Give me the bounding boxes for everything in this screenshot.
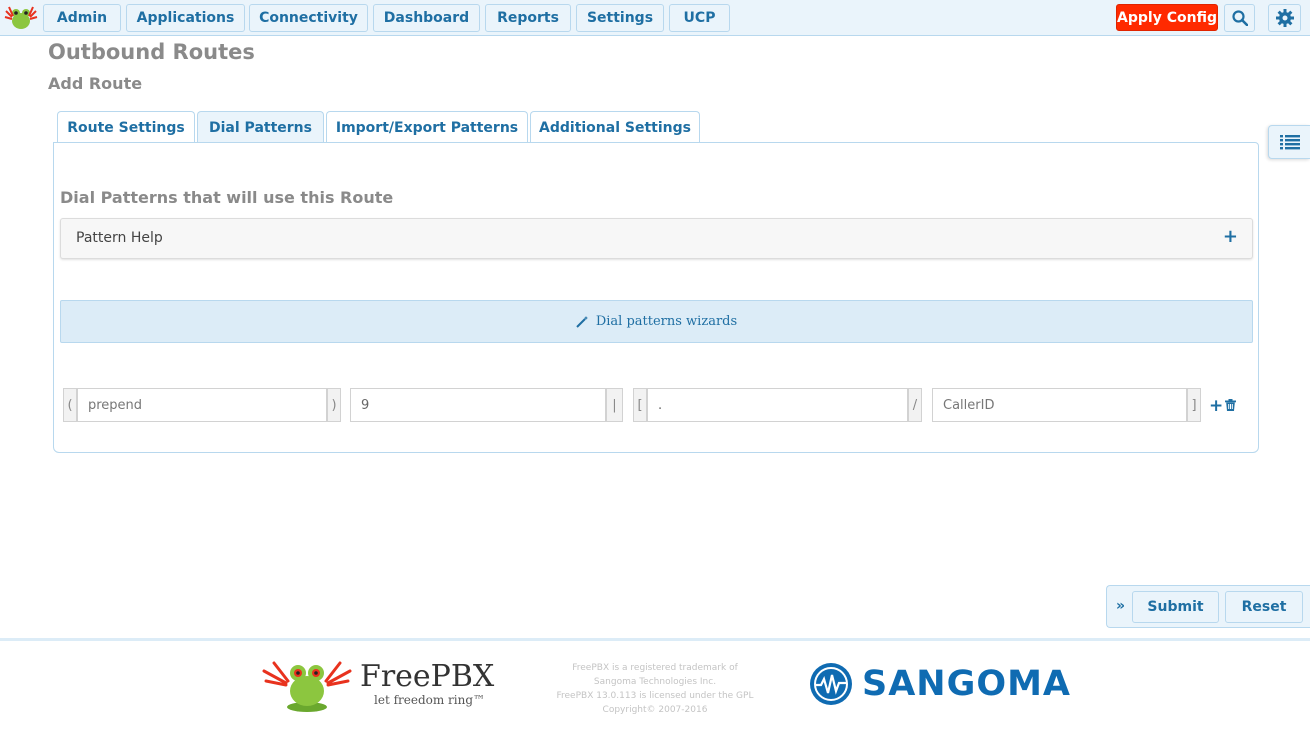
nav-ucp[interactable]: UCP [669, 4, 730, 32]
nav-admin[interactable]: Admin [43, 4, 121, 32]
top-navbar: Admin Applications Connectivity Dashboar… [0, 0, 1310, 36]
sangoma-globe-icon [810, 663, 852, 705]
legal-line: FreePBX is a registered trademark of [572, 663, 738, 673]
callerid-close-bracket: ] [1187, 388, 1201, 422]
page-subtitle: Add Route [48, 74, 143, 93]
pattern-help-label: Pattern Help [76, 230, 163, 246]
nav-applications[interactable]: Applications [126, 4, 245, 32]
footer: FreePBX let freedom ring™ FreePBX is a r… [0, 638, 1310, 732]
freepbx-frog-logo-icon[interactable] [4, 5, 38, 31]
pattern-help-panel[interactable]: Pattern Help + [60, 218, 1253, 259]
action-bar: » Submit Reset [1106, 585, 1310, 628]
freepbx-wordmark: FreePBX [360, 659, 495, 694]
freepbx-tagline: let freedom ring™ [374, 693, 486, 707]
prepend-open-paren: ( [63, 388, 77, 422]
legal-text: FreePBX is a registered trademark of San… [540, 661, 770, 717]
sangoma-wordmark: SANGOMA [862, 664, 1071, 704]
list-icon [1279, 135, 1300, 150]
reset-button[interactable]: Reset [1225, 591, 1303, 623]
nav-reports[interactable]: Reports [485, 4, 571, 32]
nav-connectivity[interactable]: Connectivity [249, 4, 368, 32]
page-title: Outbound Routes [48, 40, 255, 64]
tab-route-settings[interactable]: Route Settings [57, 111, 195, 143]
settings-button[interactable] [1268, 4, 1301, 32]
prefix-pipe: | [606, 388, 623, 422]
callerid-input[interactable] [932, 388, 1187, 422]
side-nav-toggle-button[interactable] [1268, 125, 1310, 159]
collapse-chevron-icon[interactable]: » [1116, 598, 1125, 614]
gear-icon [1275, 9, 1294, 27]
nav-settings[interactable]: Settings [576, 4, 664, 32]
submit-button[interactable]: Submit [1132, 591, 1219, 623]
prepend-input[interactable] [77, 388, 327, 422]
match-pattern-input[interactable] [647, 388, 908, 422]
expand-plus-icon[interactable]: + [1223, 226, 1238, 247]
magic-wand-icon [576, 315, 588, 328]
prepend-close-paren: ) [327, 388, 341, 422]
legal-line: Sangoma Technologies Inc. [593, 677, 717, 687]
search-icon [1231, 10, 1248, 26]
search-button[interactable] [1224, 4, 1255, 32]
match-open-bracket: [ [633, 388, 647, 422]
tab-additional-settings[interactable]: Additional Settings [530, 111, 700, 143]
legal-line: Copyright© 2007-2016 [602, 705, 708, 715]
dial-patterns-wizard-button[interactable]: Dial patterns wizards [60, 300, 1253, 343]
nav-dashboard[interactable]: Dashboard [373, 4, 480, 32]
apply-config-button[interactable]: Apply Config [1116, 4, 1218, 31]
add-pattern-icon[interactable]: + [1209, 396, 1223, 416]
match-slash: / [908, 388, 922, 422]
trash-icon[interactable] [1225, 399, 1236, 411]
tab-dial-patterns[interactable]: Dial Patterns [197, 111, 324, 143]
freepbx-frog-icon [262, 661, 352, 712]
prefix-input[interactable] [350, 388, 606, 422]
wizard-label: Dial patterns wizards [595, 314, 738, 329]
section-heading: Dial Patterns that will use this Route [60, 188, 394, 207]
legal-line: FreePBX 13.0.113 is licensed under the G… [556, 691, 754, 701]
tab-import-export-patterns[interactable]: Import/Export Patterns [326, 111, 528, 143]
